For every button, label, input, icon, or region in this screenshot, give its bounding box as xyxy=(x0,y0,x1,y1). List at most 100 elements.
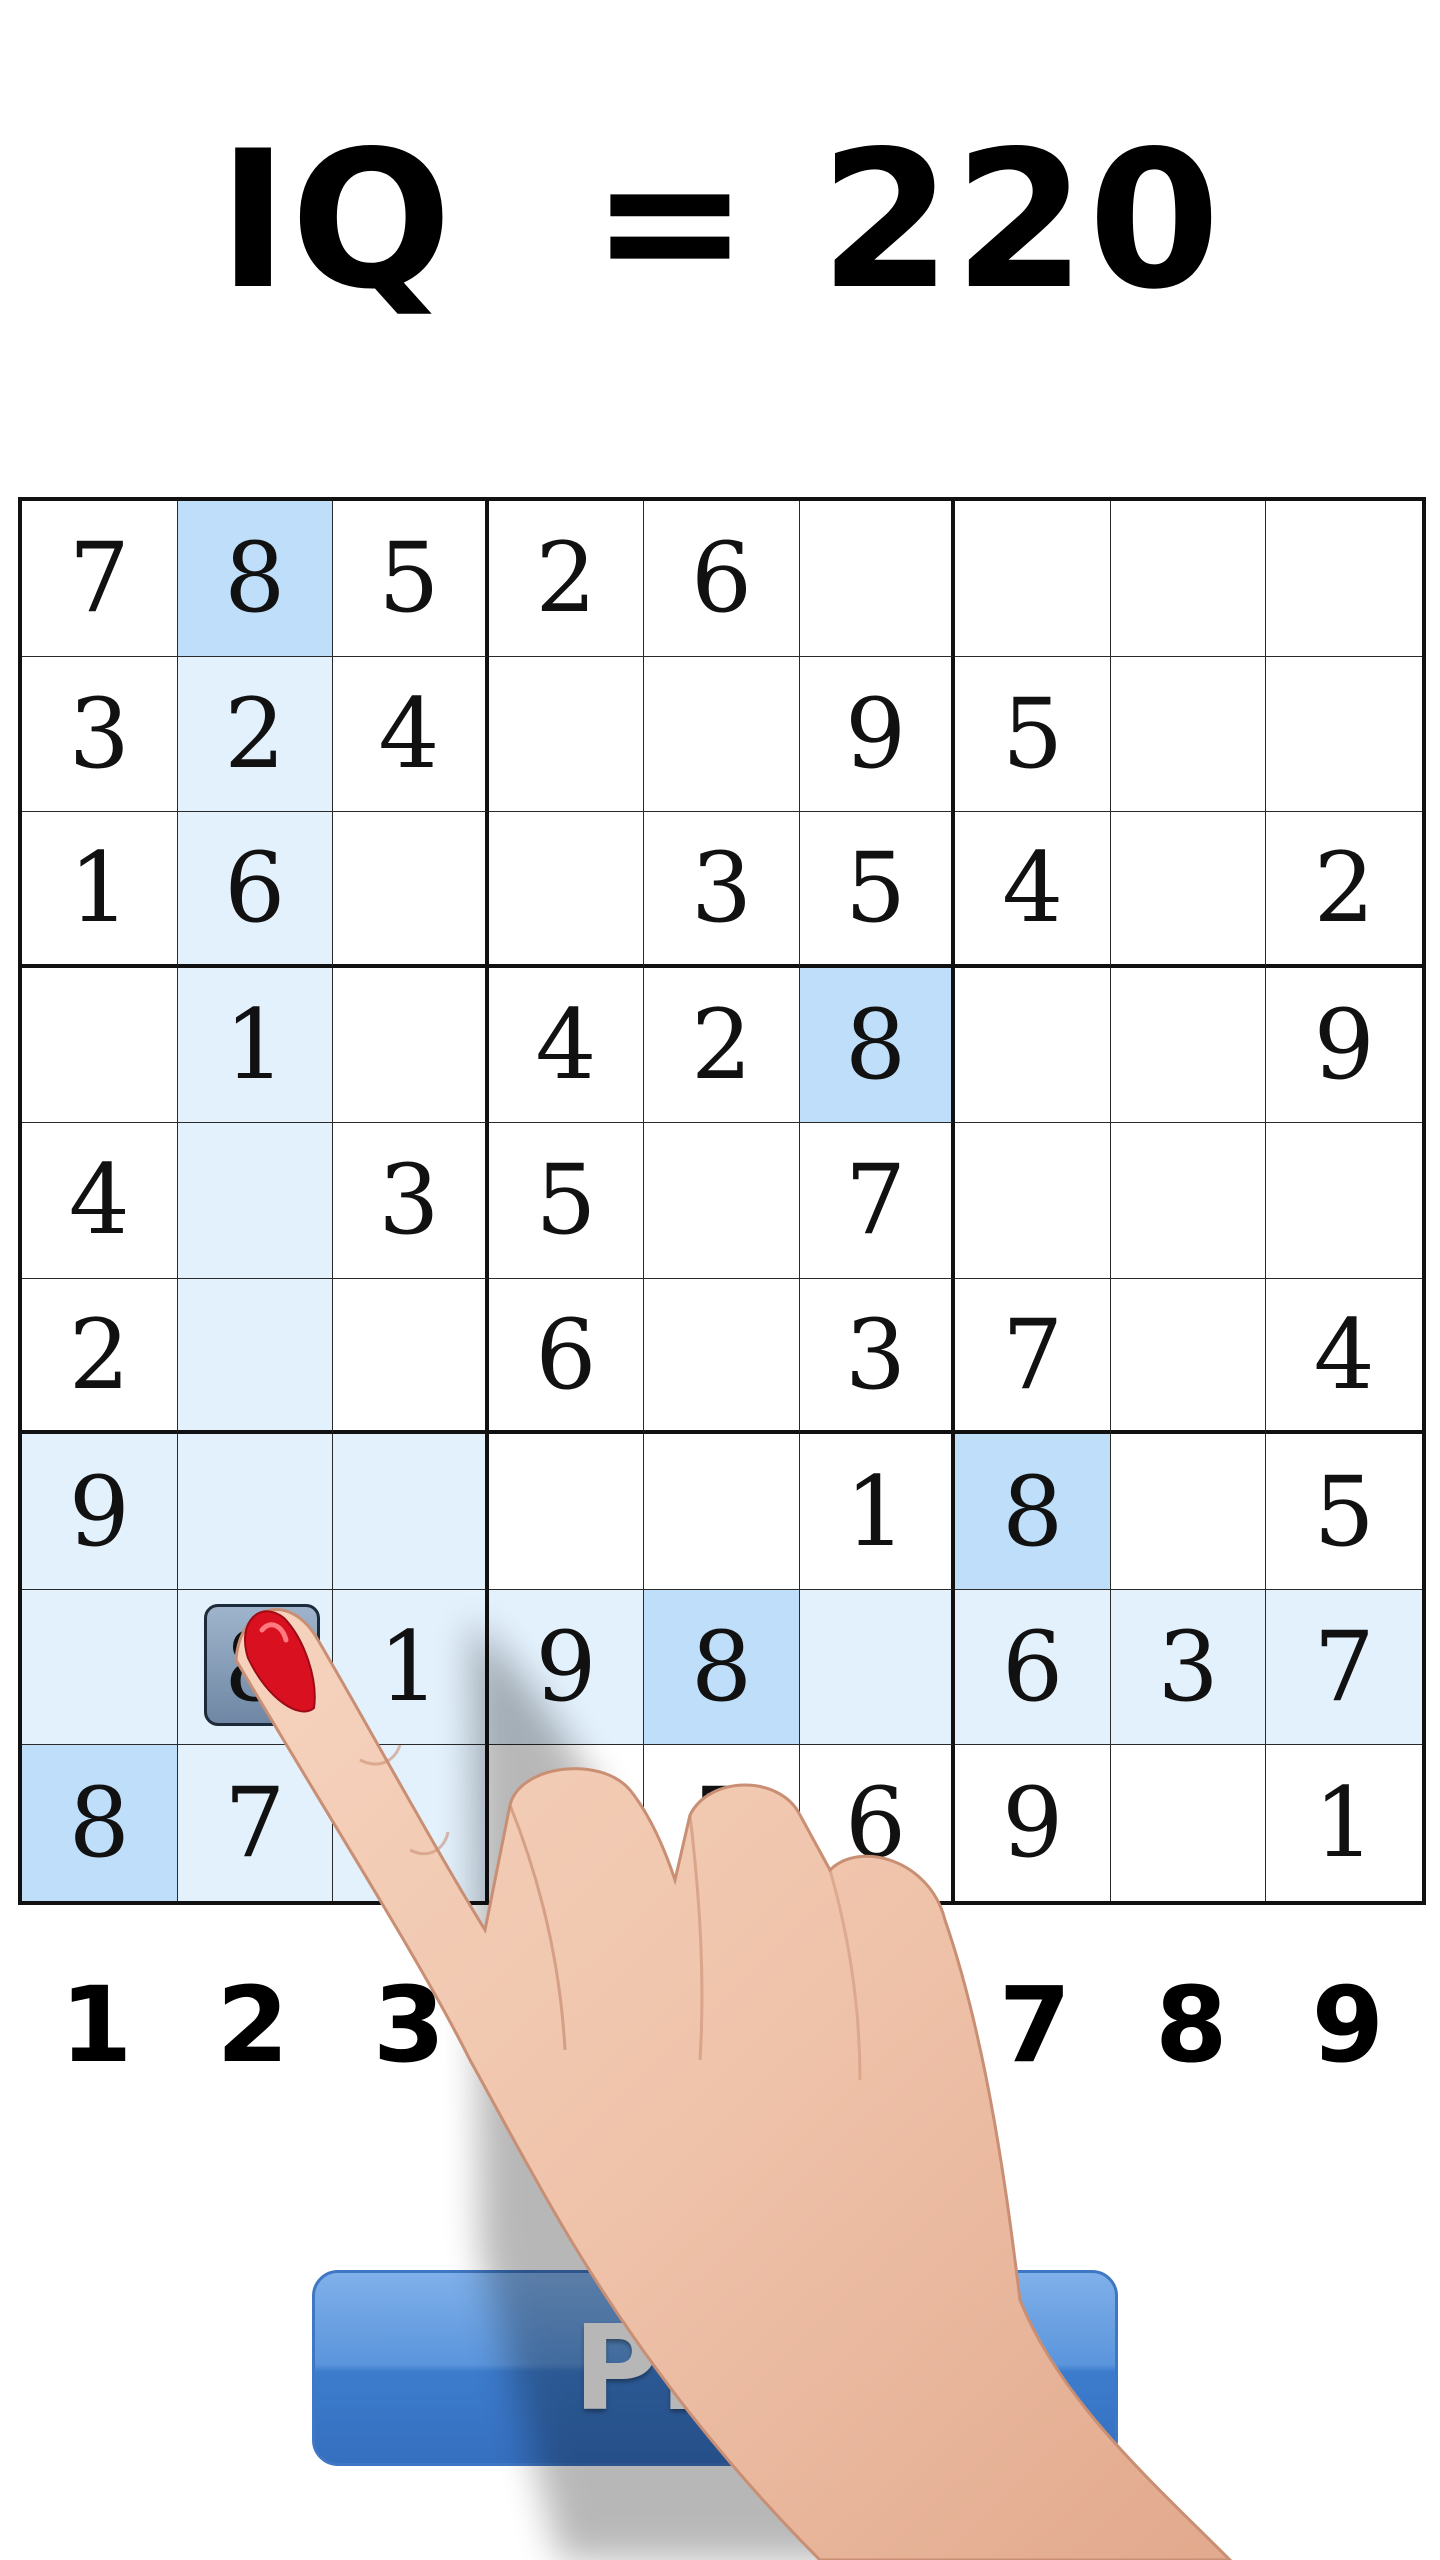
cell-digit: 1 xyxy=(378,1611,440,1724)
board-cell-r3-c8[interactable] xyxy=(1110,812,1267,968)
board-cell-r7-c5[interactable] xyxy=(644,1434,800,1590)
board-cell-r7-c9[interactable]: 5 xyxy=(1266,1434,1422,1590)
board-cell-r1-c7[interactable] xyxy=(955,501,1111,657)
board-cell-r8-c7[interactable]: 6 xyxy=(955,1589,1111,1746)
board-cell-r7-c6[interactable]: 1 xyxy=(799,1434,956,1590)
board-cell-r8-c1[interactable] xyxy=(22,1589,178,1746)
board-cell-r2-c8[interactable] xyxy=(1110,656,1267,813)
board-cell-r5-c8[interactable] xyxy=(1110,1123,1267,1279)
board-cell-r4-c4[interactable]: 4 xyxy=(488,967,645,1124)
board-cell-r8-c4[interactable]: 9 xyxy=(488,1589,645,1746)
board-cell-r9-c3[interactable] xyxy=(333,1745,489,1901)
board-cell-r4-c2[interactable]: 1 xyxy=(177,967,334,1124)
board-cell-r1-c4[interactable]: 2 xyxy=(488,501,645,657)
cell-digit: 9 xyxy=(845,677,907,790)
board-cell-r6-c9[interactable]: 4 xyxy=(1266,1278,1422,1435)
number-key-3[interactable]: 3 xyxy=(331,1950,487,2100)
board-cell-r5-c1[interactable]: 4 xyxy=(22,1123,178,1279)
board-cell-r2-c6[interactable]: 9 xyxy=(799,656,956,813)
board-cell-r8-c6[interactable] xyxy=(799,1589,956,1746)
board-cell-r5-c4[interactable]: 5 xyxy=(488,1123,645,1279)
board-cell-r6-c7[interactable]: 7 xyxy=(955,1278,1111,1435)
cell-digit: 3 xyxy=(845,1298,907,1411)
play-button[interactable]: Play xyxy=(312,2270,1118,2466)
board-cell-r5-c7[interactable] xyxy=(955,1123,1111,1279)
board-cell-r7-c7[interactable]: 8 xyxy=(955,1434,1111,1590)
board-cell-r1-c5[interactable]: 6 xyxy=(644,501,800,657)
board-cell-r3-c1[interactable]: 1 xyxy=(22,812,178,968)
board-cell-r3-c5[interactable]: 3 xyxy=(644,812,800,968)
board-cell-r3-c7[interactable]: 4 xyxy=(955,812,1111,968)
number-key-2[interactable]: 2 xyxy=(174,1950,330,2100)
board-cell-r6-c5[interactable] xyxy=(644,1278,800,1435)
board-cell-r9-c6[interactable]: 6 xyxy=(799,1745,956,1901)
board-cell-r2-c5[interactable] xyxy=(644,656,800,813)
board-cell-r9-c7[interactable]: 9 xyxy=(955,1745,1111,1901)
board-cell-r8-c9[interactable]: 7 xyxy=(1266,1589,1422,1746)
board-cell-r2-c3[interactable]: 4 xyxy=(333,656,489,813)
board-cell-r7-c3[interactable] xyxy=(333,1434,489,1590)
board-cell-r6-c1[interactable]: 2 xyxy=(22,1278,178,1435)
board-cell-r9-c8[interactable] xyxy=(1110,1745,1267,1901)
board-cell-r6-c2[interactable] xyxy=(177,1278,334,1435)
board-cell-r3-c6[interactable]: 5 xyxy=(799,812,956,968)
cell-digit: 1 xyxy=(845,1455,907,1568)
iq-headline-text: IQ = 220 xyxy=(217,109,1223,331)
board-cell-r1-c8[interactable] xyxy=(1110,501,1267,657)
board-cell-r4-c8[interactable] xyxy=(1110,967,1267,1124)
cell-digit: 6 xyxy=(845,1767,907,1880)
board-cell-r7-c1[interactable]: 9 xyxy=(22,1434,178,1590)
board-cell-r5-c2[interactable] xyxy=(177,1123,334,1279)
board-cell-r5-c6[interactable]: 7 xyxy=(799,1123,956,1279)
board-cell-r8-c3[interactable]: 1 xyxy=(333,1589,489,1746)
board-cell-r1-c1[interactable]: 7 xyxy=(22,501,178,657)
board-cell-r1-c6[interactable] xyxy=(799,501,956,657)
board-cell-r5-c5[interactable] xyxy=(644,1123,800,1279)
board-cell-r8-c5[interactable]: 8 xyxy=(644,1589,800,1746)
board-cell-r3-c3[interactable] xyxy=(333,812,489,968)
board-cell-r3-c9[interactable]: 2 xyxy=(1266,812,1422,968)
board-cell-r3-c4[interactable] xyxy=(488,812,645,968)
number-key-1[interactable]: 1 xyxy=(18,1950,174,2100)
board-cell-r6-c4[interactable]: 6 xyxy=(488,1278,645,1435)
board-cell-r9-c4[interactable] xyxy=(488,1745,645,1901)
board-cell-r2-c4[interactable] xyxy=(488,656,645,813)
board-cell-r4-c3[interactable] xyxy=(333,967,489,1124)
board-cell-r9-c1[interactable]: 8 xyxy=(22,1745,178,1901)
board-cell-r6-c3[interactable] xyxy=(333,1278,489,1435)
board-cell-r2-c1[interactable]: 3 xyxy=(22,656,178,813)
board-cell-r1-c9[interactable] xyxy=(1266,501,1422,657)
number-key-8[interactable]: 8 xyxy=(1113,1950,1269,2100)
number-key-4[interactable]: 4 xyxy=(487,1950,643,2100)
board-cell-r3-c2[interactable]: 6 xyxy=(177,812,334,968)
cell-digit: 4 xyxy=(68,1144,130,1257)
number-key-5[interactable]: 5 xyxy=(644,1950,800,2100)
number-key-7[interactable]: 7 xyxy=(957,1950,1113,2100)
number-key-9[interactable]: 9 xyxy=(1270,1950,1426,2100)
board-cell-r6-c6[interactable]: 3 xyxy=(799,1278,956,1435)
board-cell-r9-c9[interactable]: 1 xyxy=(1266,1745,1422,1901)
board-cell-r8-c8[interactable]: 3 xyxy=(1110,1589,1267,1746)
board-cell-r9-c2[interactable]: 7 xyxy=(177,1745,334,1901)
board-cell-r6-c8[interactable] xyxy=(1110,1278,1267,1435)
board-cell-r7-c2[interactable] xyxy=(177,1434,334,1590)
board-cell-r1-c3[interactable]: 5 xyxy=(333,501,489,657)
board-cell-r8-c2[interactable]: 8 xyxy=(177,1589,334,1746)
board-cell-r4-c1[interactable] xyxy=(22,967,178,1124)
board-cell-r4-c7[interactable] xyxy=(955,967,1111,1124)
board-cell-r2-c7[interactable]: 5 xyxy=(955,656,1111,813)
board-cell-r2-c9[interactable] xyxy=(1266,656,1422,813)
board-cell-r2-c2[interactable]: 2 xyxy=(177,656,334,813)
number-key-6[interactable]: 6 xyxy=(800,1950,956,2100)
board-cell-r7-c8[interactable] xyxy=(1110,1434,1267,1590)
board-cell-r4-c9[interactable]: 9 xyxy=(1266,967,1422,1124)
cell-digit: 1 xyxy=(68,831,130,944)
board-cell-r7-c4[interactable] xyxy=(488,1434,645,1590)
board-cell-r5-c9[interactable] xyxy=(1266,1123,1422,1279)
cell-digit: 4 xyxy=(535,988,597,1101)
board-cell-r4-c6[interactable]: 8 xyxy=(799,967,956,1124)
board-cell-r4-c5[interactable]: 2 xyxy=(644,967,800,1124)
board-cell-r9-c5[interactable]: 5 xyxy=(644,1745,800,1901)
board-cell-r1-c2[interactable]: 8 xyxy=(177,501,334,657)
board-cell-r5-c3[interactable]: 3 xyxy=(333,1123,489,1279)
